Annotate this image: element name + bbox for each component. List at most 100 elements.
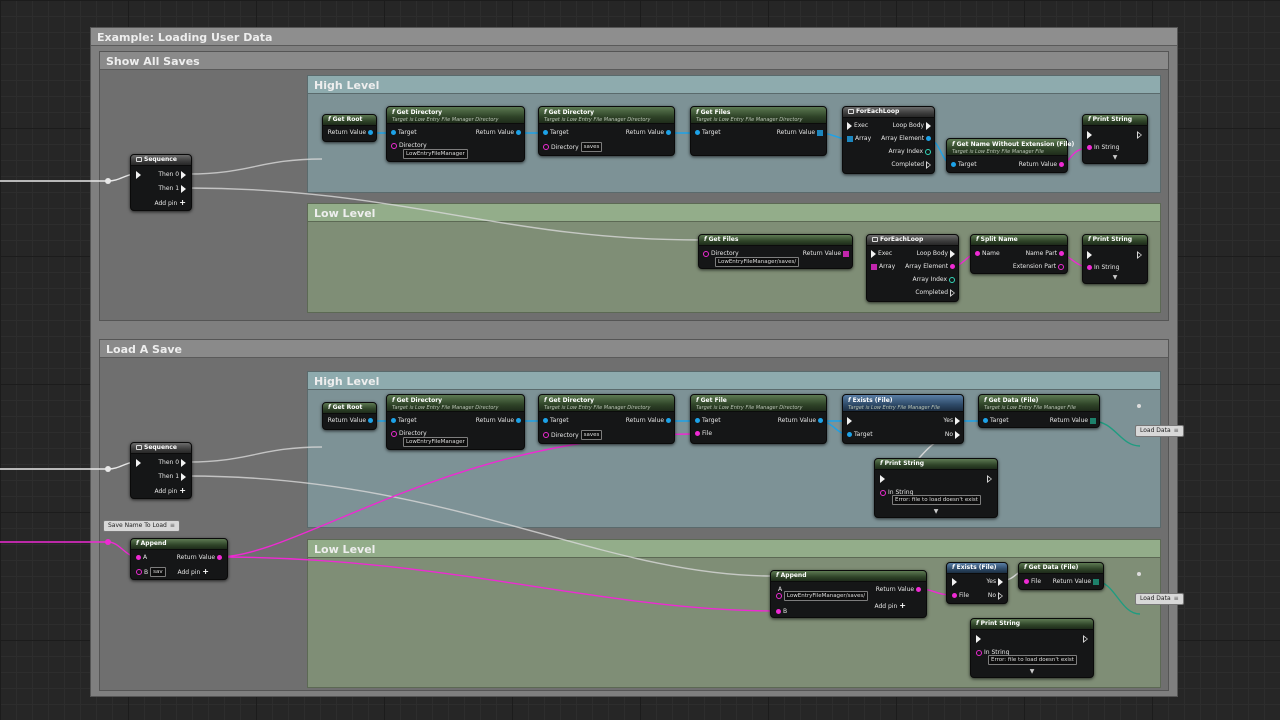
target-pin[interactable]: [391, 130, 396, 135]
node-get-file[interactable]: f Get File Target is Low Entry File Manage…: [690, 394, 827, 444]
directory-pin[interactable]: [391, 430, 397, 437]
name-pin[interactable]: [975, 251, 980, 256]
return-value-pin[interactable]: [368, 130, 373, 135]
node-print-string-4[interactable]: f Print String In String Error: file to l…: [970, 618, 1094, 678]
exec-in-pin[interactable]: [976, 634, 981, 643]
return-value-pin[interactable]: [666, 418, 671, 423]
directory-input[interactable]: saves: [580, 142, 603, 152]
target-pin[interactable]: [543, 418, 548, 423]
then0-pin[interactable]: [181, 458, 186, 467]
expand-caret-icon[interactable]: ▼: [875, 507, 997, 517]
target-pin[interactable]: [695, 130, 700, 135]
in-string-pin[interactable]: [880, 489, 886, 496]
file-pin[interactable]: [695, 431, 700, 436]
expand-caret-icon[interactable]: ▼: [1083, 153, 1147, 163]
b-pin[interactable]: [136, 569, 142, 575]
node-append-1[interactable]: f Append A Return Value Bsav Add pin +: [130, 538, 228, 580]
a-input[interactable]: LowEntryFileManager/saves/: [783, 591, 869, 601]
target-pin[interactable]: [847, 432, 852, 437]
target-pin[interactable]: [543, 130, 548, 135]
expand-caret-icon[interactable]: ▼: [1083, 273, 1147, 283]
b-pin[interactable]: [776, 609, 781, 614]
node-get-directory-1[interactable]: f Get Directory Target is Low Entry File M…: [386, 106, 525, 162]
in-string-pin[interactable]: [1087, 265, 1092, 270]
return-value-pin[interactable]: [1093, 578, 1099, 585]
completed-pin[interactable]: [950, 288, 955, 297]
node-split-name[interactable]: f Split Name Name Name Part Extension Par…: [970, 234, 1068, 274]
directory-pin[interactable]: [543, 144, 549, 150]
no-pin[interactable]: [955, 430, 960, 439]
node-get-root-2[interactable]: f Get Root Return Value: [322, 402, 377, 430]
directory-pin[interactable]: [703, 250, 709, 257]
node-append-2[interactable]: f Append A LowEntryFileManager/saves/ Ret…: [770, 570, 927, 618]
node-get-directory-3[interactable]: f Get Directory Target is Low Entry File M…: [386, 394, 525, 450]
directory-pin[interactable]: [543, 432, 549, 438]
add-pin-button[interactable]: Add pin +: [154, 198, 186, 208]
directory-input[interactable]: LowEntryFileManager/saves/: [715, 257, 800, 267]
node-get-files-1[interactable]: f Get Files Target is Low Entry File Manag…: [690, 106, 827, 156]
array-pin[interactable]: [871, 263, 877, 270]
node-sequence-2[interactable]: Sequence Then 0 Then 1 Add pin +: [130, 442, 192, 499]
return-value-pin[interactable]: [817, 129, 823, 136]
add-pin-button[interactable]: Add pin +: [177, 567, 209, 577]
node-print-string-3[interactable]: f Print String In String Error: file to l…: [874, 458, 998, 518]
file-pin[interactable]: [952, 593, 957, 598]
yes-pin[interactable]: [955, 416, 960, 425]
in-string-pin[interactable]: [976, 649, 982, 656]
in-string-pin[interactable]: [1087, 145, 1092, 150]
node-foreach-1[interactable]: ForEachLoop Exec Loop Body Array Array E…: [842, 106, 935, 174]
return-value-pin[interactable]: [666, 130, 671, 135]
variable-load-data-2[interactable]: Load Data ≡: [1135, 593, 1184, 605]
return-value-pin[interactable]: [516, 130, 521, 135]
directory-input[interactable]: saves: [580, 430, 603, 440]
loop-body-pin[interactable]: [950, 249, 955, 258]
return-value-pin[interactable]: [1090, 417, 1096, 424]
variable-save-name-to-load[interactable]: Save Name To Load ≡: [103, 520, 180, 532]
exec-in-pin[interactable]: [1087, 130, 1092, 139]
extension-part-pin[interactable]: [1058, 263, 1064, 270]
target-pin[interactable]: [983, 418, 988, 423]
exec-in-pin[interactable]: [952, 577, 957, 586]
expand-caret-icon[interactable]: ▼: [971, 667, 1093, 677]
exec-out-pin[interactable]: [1083, 634, 1088, 643]
exec-pin[interactable]: [871, 249, 876, 258]
node-get-name-without-ext[interactable]: f Get Name Without Extension (File) Target…: [946, 138, 1074, 173]
exec-in-pin[interactable]: [847, 416, 852, 425]
array-index-pin[interactable]: [949, 276, 955, 283]
return-value-pin[interactable]: [1059, 162, 1064, 167]
b-input[interactable]: sav: [150, 567, 166, 577]
in-string-input[interactable]: Error: file to load doesn't exist: [892, 495, 981, 505]
target-pin[interactable]: [695, 418, 700, 423]
node-get-files-2[interactable]: f Get Files Directory Return Value LowEnt…: [698, 234, 853, 269]
array-pin[interactable]: [847, 135, 853, 142]
file-pin[interactable]: [1024, 579, 1029, 584]
completed-pin[interactable]: [926, 160, 931, 169]
exec-out-pin[interactable]: [1137, 130, 1142, 139]
node-print-string-1[interactable]: f Print String In String ▼: [1082, 114, 1148, 164]
a-pin[interactable]: [776, 593, 782, 599]
node-foreach-2[interactable]: ForEachLoop Exec Loop Body Array Array E…: [866, 234, 959, 302]
node-get-directory-4[interactable]: f Get Directory Target is Low Entry File M…: [538, 394, 675, 444]
node-get-root-1[interactable]: f Get Root Return Value: [322, 114, 377, 142]
exec-in-pin[interactable]: [1087, 250, 1092, 259]
array-element-pin[interactable]: [950, 264, 955, 269]
directory-pin[interactable]: [391, 142, 397, 149]
array-index-pin[interactable]: [925, 148, 931, 155]
target-pin[interactable]: [391, 418, 396, 423]
variable-load-data-1[interactable]: Load Data ≡: [1135, 425, 1184, 437]
directory-input[interactable]: LowEntryFileManager: [403, 437, 468, 447]
return-value-pin[interactable]: [516, 418, 521, 423]
exec-pin[interactable]: [847, 121, 852, 130]
return-value-pin[interactable]: [916, 587, 921, 592]
in-string-input[interactable]: Error: file to load doesn't exist: [988, 655, 1077, 665]
then1-pin[interactable]: [181, 472, 186, 481]
return-value-pin[interactable]: [368, 418, 373, 423]
target-pin[interactable]: [951, 162, 956, 167]
node-get-data-1[interactable]: f Get Data (File) Target is Low Entry File…: [978, 394, 1100, 428]
node-get-data-2[interactable]: f Get Data (File) File Return Value: [1018, 562, 1104, 590]
exec-out-pin[interactable]: [987, 474, 992, 483]
node-exists-file-1[interactable]: f Exists (File) Target is Low Entry File M…: [842, 394, 964, 444]
name-part-pin[interactable]: [1059, 251, 1064, 256]
node-sequence-1[interactable]: Sequence Then 0 Then 1 Add pin +: [130, 154, 192, 211]
directory-input[interactable]: LowEntryFileManager: [403, 149, 468, 159]
